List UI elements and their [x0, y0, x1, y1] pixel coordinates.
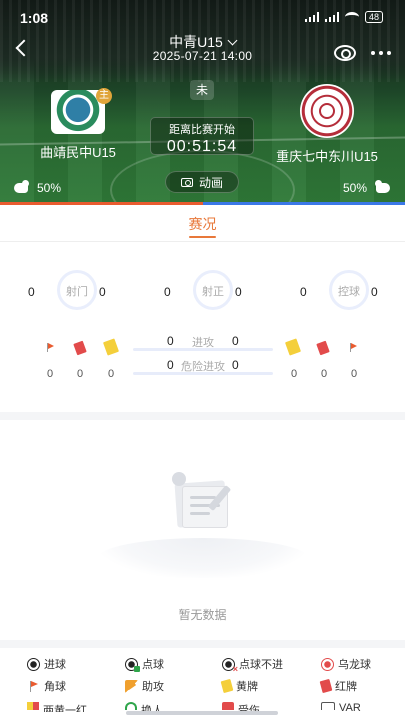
own-goal-icon: [321, 657, 334, 671]
countdown-box: 距离比赛开始 00:51:54: [150, 117, 254, 155]
home-red-cards: 0: [77, 368, 84, 380]
animation-icon: [180, 177, 193, 187]
legend-assist: 助攻: [125, 678, 164, 694]
away-possession: 50%: [343, 180, 392, 195]
second-yellow-icon: [27, 702, 39, 710]
stat-label: 射门: [66, 286, 88, 298]
away-yellow-cards: 0: [291, 368, 298, 380]
stat-bar: [133, 372, 273, 375]
away-team[interactable]: 重庆七中东川U15: [247, 84, 405, 165]
stat-away-value: 0: [371, 285, 378, 299]
stat-shots: 0 射门 0: [12, 270, 142, 312]
stat-home-value: 0: [300, 285, 307, 299]
empty-illustration-base: [98, 538, 308, 578]
event-legend: 进球 点球 点球不进 乌龙球 角球 助攻 黄牌 红牌 两黄一红 换人 受伤 VA…: [0, 648, 405, 720]
penalty-icon: [125, 657, 140, 672]
legend-goal: 进球: [27, 656, 66, 672]
stat-shots-on-target: 0 射正 0: [148, 270, 278, 312]
yellow-card-icon: [102, 338, 120, 356]
stat-ring: 射正: [193, 270, 233, 310]
corner-icon: [348, 342, 358, 352]
home-corners: 0: [47, 368, 54, 380]
stat-attacks: 0 进攻 0: [133, 334, 273, 352]
stat-dangerous-attacks: 0 危险进攻 0: [133, 358, 273, 376]
animation-label: 动画: [198, 175, 223, 190]
stat-away-value: 0: [232, 358, 239, 372]
strength-icon: [372, 180, 392, 195]
chevron-down-icon: [227, 35, 238, 46]
red-card-icon: [319, 678, 333, 694]
home-team-name: 曲靖民中U15: [40, 145, 116, 160]
status-time: 1:08: [20, 10, 49, 26]
empty-state: 暂无数据: [0, 420, 405, 640]
legend-yellow-card: 黄牌: [220, 678, 258, 694]
home-team[interactable]: 主 曲靖民中U15: [0, 88, 158, 161]
stat-ring: 射门: [57, 270, 97, 310]
away-corners: 0: [351, 368, 358, 380]
ring-stats: 0 射门 0 0 射正 0 0 控球 0: [0, 270, 405, 312]
away-possession-value: 50%: [343, 180, 368, 195]
empty-state-text: 暂无数据: [178, 608, 227, 622]
stat-home-value: 0: [164, 285, 171, 299]
follow-icon[interactable]: [334, 45, 356, 61]
nav-bar: 中青U15 2025-07-21 14:00: [0, 30, 405, 66]
var-icon: [321, 702, 335, 710]
home-yellow-cards: 0: [108, 368, 115, 380]
countdown-value: 00:51:54: [166, 138, 238, 155]
stat-bar: [133, 348, 273, 351]
substitution-icon: [125, 702, 137, 710]
yellow-card-icon: [220, 678, 234, 694]
legend-corner: 角球: [27, 678, 66, 694]
away-team-name: 重庆七中东川U15: [276, 149, 378, 164]
stat-home-value: 0: [28, 285, 35, 299]
signal-icon: [304, 12, 319, 22]
signal-icon: [324, 12, 339, 22]
stat-away-value: 0: [99, 285, 106, 299]
yellow-card-icon: [284, 338, 302, 356]
match-status-badge: 未: [190, 80, 214, 100]
countdown-label: 距离比赛开始: [169, 124, 235, 136]
home-possession-value: 50%: [37, 180, 62, 195]
tab-bar: 赛况: [0, 205, 405, 242]
away-red-cards: 0: [321, 368, 328, 380]
penalty-missed-icon: [222, 657, 238, 674]
injury-icon: [222, 702, 234, 710]
assist-icon: [125, 679, 138, 693]
more-icon[interactable]: [371, 51, 391, 55]
battery-icon: 48: [364, 11, 383, 23]
legend-red-card: 红牌: [319, 678, 357, 694]
stats-card: 0 射门 0 0 射正 0 0 控球 0 0 0 0 0 0 0 0 进攻 0 …: [0, 242, 405, 412]
home-indicator[interactable]: [126, 711, 278, 715]
stat-away-value: 0: [232, 334, 239, 348]
wifi-icon: [344, 12, 359, 22]
goal-icon: [27, 657, 40, 671]
match-header: 1:08 48 中青U15 2025-07-21 14:00 主 曲靖民中U15…: [0, 0, 405, 205]
legend-penalty: 点球: [125, 656, 164, 672]
tab-indicator: [189, 236, 216, 238]
legend-penalty-missed: 点球不进: [222, 656, 283, 674]
host-badge: 主: [96, 88, 112, 104]
stat-label: 控球: [338, 286, 360, 298]
home-possession: 50%: [12, 180, 61, 195]
corner-icon: [45, 342, 55, 352]
animation-button[interactable]: 动画: [165, 171, 239, 193]
status-icons: 48: [304, 11, 383, 23]
stat-possession: 0 控球 0: [284, 270, 405, 312]
away-team-logo: [300, 84, 354, 138]
legend-second-yellow: 两黄一红: [27, 702, 87, 712]
tab-match-status[interactable]: 赛况: [0, 214, 405, 234]
legend-var: VAR: [321, 702, 361, 712]
stat-label: 射正: [202, 286, 224, 298]
red-card-icon: [316, 340, 330, 356]
stat-ring: 控球: [329, 270, 369, 310]
stat-away-value: 0: [235, 285, 242, 299]
legend-own-goal: 乌龙球: [321, 656, 371, 672]
league-name: 中青U15: [169, 34, 223, 50]
corner-icon: [27, 680, 40, 693]
strength-icon: [12, 180, 32, 195]
no-data-icon: [168, 472, 244, 532]
status-bar: 1:08 48: [0, 0, 405, 34]
red-card-icon: [73, 340, 87, 356]
